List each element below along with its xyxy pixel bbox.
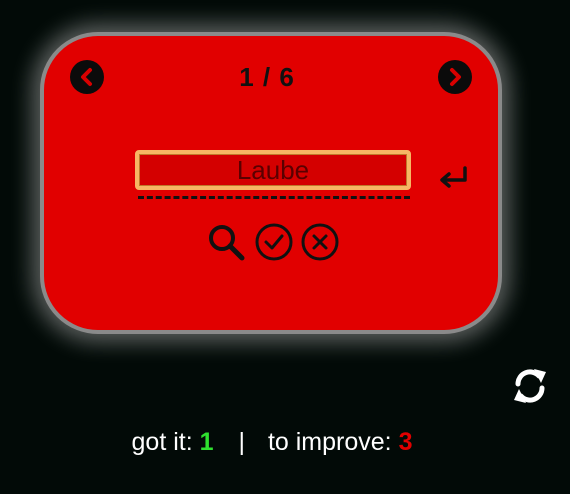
to-improve-count: 3 — [398, 428, 413, 456]
got-it-count: 1 — [199, 428, 214, 456]
close-circle-icon — [301, 223, 339, 261]
check-answer-button[interactable] — [254, 222, 294, 262]
refresh-button[interactable] — [510, 364, 550, 408]
got-it-label: got it: — [131, 428, 193, 456]
score-summary: got it: 1 | to improve: 3 — [0, 428, 544, 457]
flashcard: 1 / 6 — [40, 32, 502, 334]
to-improve-label: to improve: — [267, 428, 392, 456]
card-counter: 1 / 6 — [239, 62, 295, 92]
hint-search-button[interactable] — [206, 222, 246, 262]
flashcard-app: 1 / 6 Laube got it: 1 | to improve: 3 — [0, 0, 570, 494]
answer-input[interactable] — [135, 150, 411, 190]
enter-return-icon — [440, 166, 467, 188]
next-card-button[interactable] — [438, 60, 472, 94]
refresh-icon — [514, 369, 546, 403]
check-circle-icon — [255, 223, 293, 261]
search-icon — [209, 225, 245, 261]
submit-answer-button[interactable] — [436, 164, 470, 192]
chevron-right-circle-icon — [450, 68, 461, 86]
clear-answer-button[interactable] — [300, 222, 340, 262]
score-separator: | — [238, 428, 245, 456]
answer-hint-line — [138, 196, 410, 199]
